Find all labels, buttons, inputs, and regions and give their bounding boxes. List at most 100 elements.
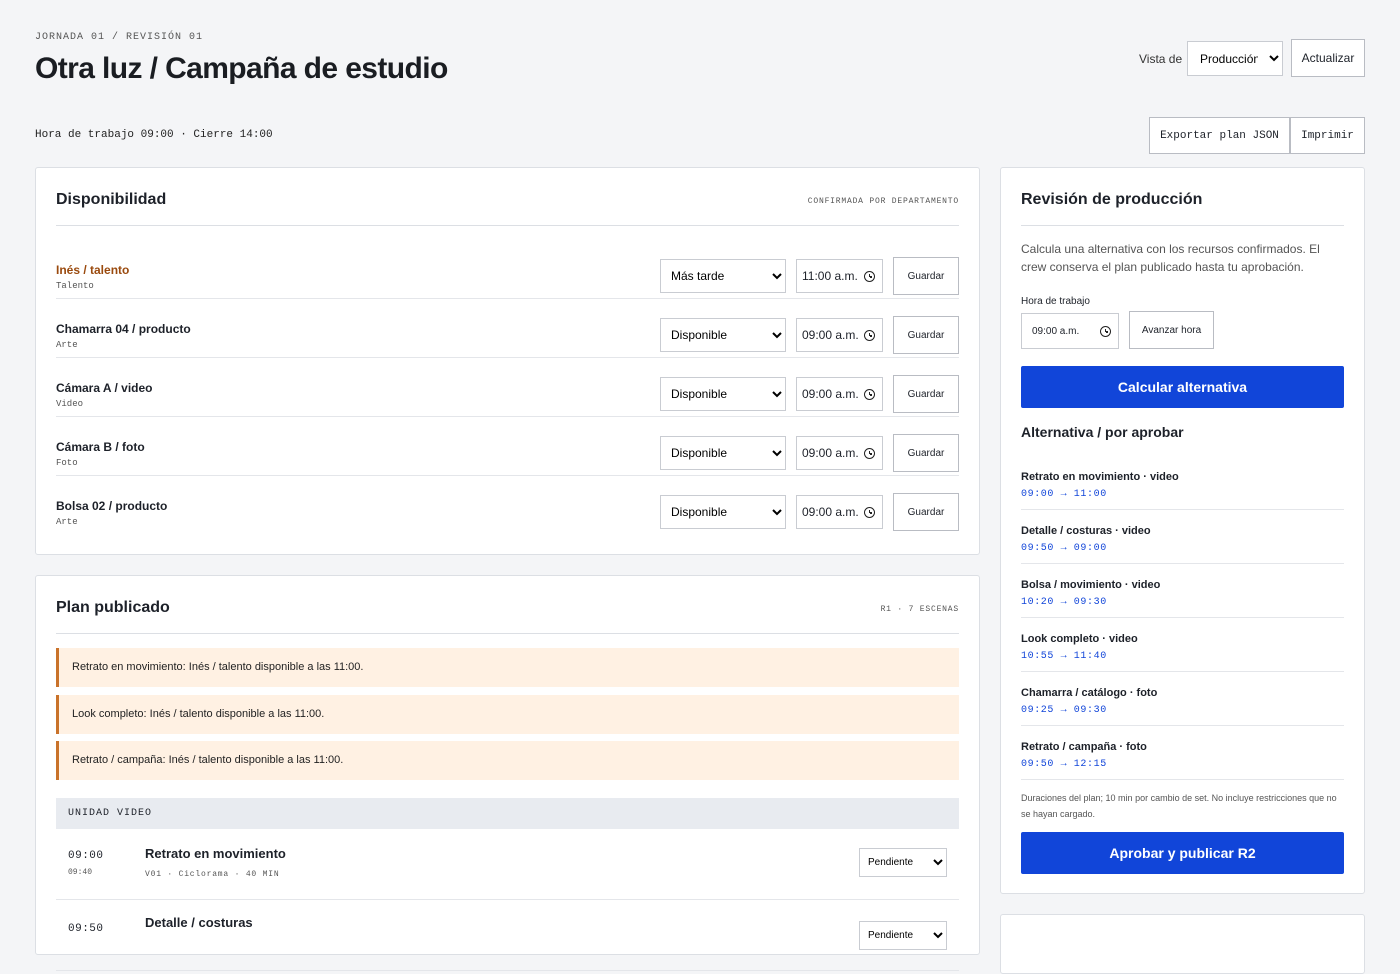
alternative-item: Bolsa / movimiento · video 10:20 → 09:30 [1021, 564, 1344, 618]
save-button[interactable]: Guardar [893, 493, 959, 531]
scene-status-select[interactable]: Pendiente [859, 921, 947, 950]
alternative-scene-name: Bolsa / movimiento · video [1021, 579, 1161, 591]
scene-status-select[interactable]: Pendiente [859, 848, 947, 877]
export-json-button[interactable]: Exportar plan JSON [1149, 117, 1290, 154]
alternative-scene-name: Retrato / campaña · foto [1021, 741, 1147, 753]
secondary-panel [1000, 914, 1365, 974]
clock-icon[interactable] [1100, 326, 1111, 337]
availability-row: Inés / talento Talento Más tarde 11:00 a.m.… [56, 240, 959, 299]
resource-department: Talento [56, 281, 94, 291]
availability-time-input[interactable]: 09:00 a.m. [796, 436, 883, 470]
alternative-scene-name: Detalle / costuras · video [1021, 525, 1151, 537]
clock-icon[interactable] [864, 330, 875, 341]
alternative-times: 09:50 → 12:15 [1021, 759, 1107, 770]
refresh-button[interactable]: Actualizar [1291, 39, 1365, 77]
resource-name: Inés / talento [56, 263, 130, 277]
alternative-scene-name: Retrato en movimiento · video [1021, 471, 1179, 483]
availability-time-input[interactable]: 09:00 a.m. [796, 318, 883, 352]
alternative-times: 09:00 → 11:00 [1021, 489, 1107, 500]
alternative-item: Retrato en movimiento · video 09:00 → 11:… [1021, 456, 1344, 510]
alternative-times: 09:25 → 09:30 [1021, 705, 1107, 716]
conflict-alert: Retrato / campaña: Inés / talento dispon… [56, 741, 959, 780]
review-note: Duraciones del plan; 10 min por cambio d… [1021, 793, 1337, 819]
clock-icon[interactable] [864, 271, 875, 282]
view-select[interactable]: Producción [1187, 41, 1283, 76]
availability-time-value: 09:00 a.m. [802, 446, 859, 460]
divider [56, 225, 959, 226]
availability-title: Disponibilidad [56, 191, 167, 208]
scene-name: Detalle / costuras [145, 915, 253, 930]
conflict-alert: Retrato en movimiento: Inés / talento di… [56, 648, 959, 687]
availability-status-select[interactable]: Disponible [660, 377, 786, 411]
advance-hour-button[interactable]: Avanzar hora [1129, 311, 1214, 349]
availability-row: Cámara A / video Video Disponible 09:00 a.m… [56, 358, 959, 417]
resource-name: Chamarra 04 / producto [56, 322, 191, 336]
scene-row: 09:50 Detalle / costuras Pendiente [56, 900, 959, 971]
scene-name: Retrato en movimiento [145, 846, 286, 861]
scene-end-time: 09:40 [68, 868, 93, 877]
availability-time-value: 09:00 a.m. [802, 505, 859, 519]
work-hour-label: Hora de trabajo [1021, 296, 1090, 307]
save-button[interactable]: Guardar [893, 316, 959, 354]
alternative-times: 09:50 → 09:00 [1021, 543, 1107, 554]
alternative-scene-name: Chamarra / catálogo · foto [1021, 687, 1158, 699]
scene-start-time: 09:00 [68, 850, 104, 862]
scene-meta: V01 · Ciclorama · 40 MIN [145, 870, 280, 879]
availability-time-value: 09:00 a.m. [802, 328, 859, 342]
calculate-alternative-button[interactable]: Calcular alternativa [1021, 366, 1344, 408]
plan-meta: R1 · 7 ESCENAS [880, 605, 959, 614]
page-title: Otra luz / Campaña de estudio [35, 52, 448, 85]
scene-row: 09:00 09:40 Retrato en movimiento V01 · … [56, 829, 959, 900]
availability-row: Chamarra 04 / producto Arte Disponible 09:0… [56, 299, 959, 358]
resource-department: Foto [56, 458, 78, 468]
clock-icon[interactable] [864, 389, 875, 400]
availability-row: Bolsa 02 / producto Arte Disponible 09:00 a… [56, 476, 959, 535]
work-hour-value: 09:00 a.m. [1032, 325, 1080, 337]
review-title: Revisión de producción [1021, 191, 1203, 208]
work-hour-input[interactable]: 09:00 a.m. [1021, 313, 1119, 349]
alternative-scene-name: Look completo · video [1021, 633, 1138, 645]
availability-time-input[interactable]: 11:00 a.m. [796, 259, 883, 293]
published-plan-panel: Plan publicado R1 · 7 ESCENAS Retrato en… [35, 575, 980, 971]
resource-name: Bolsa 02 / producto [56, 499, 168, 513]
resource-department: Arte [56, 517, 78, 527]
print-button[interactable]: Imprimir [1290, 117, 1365, 154]
resource-department: Arte [56, 340, 78, 350]
breadcrumb: JORNADA 01 / REVISIÓN 01 [35, 32, 204, 43]
availability-time-value: 09:00 a.m. [802, 387, 859, 401]
alternative-item: Chamarra / catálogo · foto 09:25 → 09:30 [1021, 672, 1344, 726]
availability-time-value: 11:00 a.m. [802, 269, 858, 283]
clock-icon[interactable] [864, 507, 875, 518]
review-description: Calcula una alternativa con los recursos… [1021, 242, 1320, 274]
save-button[interactable]: Guardar [893, 434, 959, 472]
divider [56, 633, 959, 634]
work-hours: Hora de trabajo 09:00 · Cierre 14:00 [35, 129, 273, 141]
alternative-item: Detalle / costuras · video 09:50 → 09:00 [1021, 510, 1344, 564]
production-review-panel: Revisión de producción Calcula una alter… [1000, 167, 1365, 894]
view-label: Vista de [1139, 52, 1183, 66]
availability-meta: CONFIRMADA POR DEPARTAMENTO [807, 197, 959, 206]
resource-name: Cámara A / video [56, 381, 153, 395]
clock-icon[interactable] [864, 448, 875, 459]
availability-status-select[interactable]: Disponible [660, 495, 786, 529]
save-button[interactable]: Guardar [893, 257, 959, 295]
plan-title: Plan publicado [56, 599, 170, 616]
scene-start-time: 09:50 [68, 923, 104, 935]
resource-department: Video [56, 399, 84, 409]
save-button[interactable]: Guardar [893, 375, 959, 413]
availability-status-select[interactable]: Más tarde [660, 259, 786, 293]
alternative-item: Look completo · video 10:55 → 11:40 [1021, 618, 1344, 672]
resource-name: Cámara B / foto [56, 440, 145, 454]
unit-header: UNIDAD VIDEO [56, 798, 959, 829]
alternative-times: 10:20 → 09:30 [1021, 597, 1107, 608]
divider [1021, 225, 1344, 226]
availability-row: Cámara B / foto Foto Disponible 09:00 a.m. G… [56, 417, 959, 476]
alternative-title: Alternativa / por aprobar [1021, 424, 1184, 440]
approve-publish-button[interactable]: Aprobar y publicar R2 [1021, 832, 1344, 874]
availability-time-input[interactable]: 09:00 a.m. [796, 495, 883, 529]
availability-time-input[interactable]: 09:00 a.m. [796, 377, 883, 411]
conflict-alert: Look completo: Inés / talento disponible… [56, 695, 959, 734]
alternative-item: Retrato / campaña · foto 09:50 → 12:15 [1021, 726, 1344, 780]
availability-status-select[interactable]: Disponible [660, 318, 786, 352]
availability-status-select[interactable]: Disponible [660, 436, 786, 470]
